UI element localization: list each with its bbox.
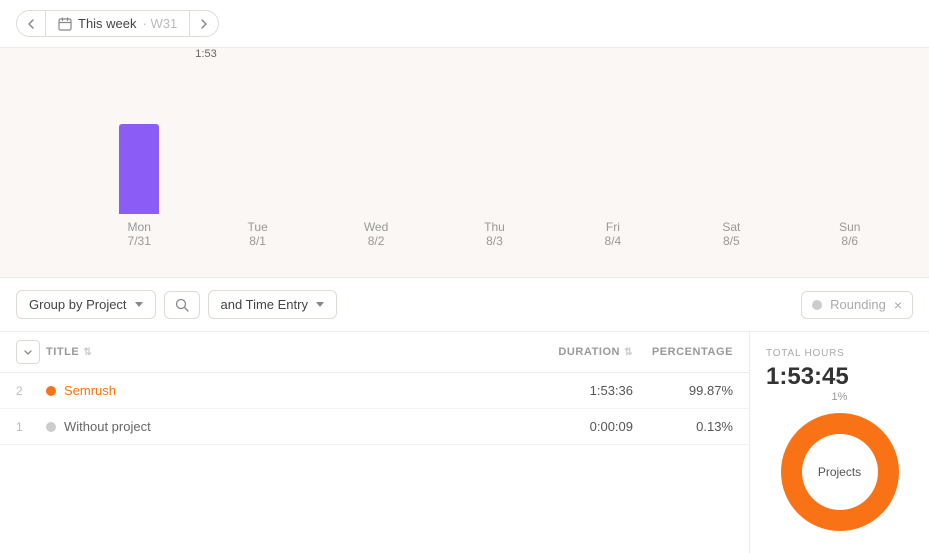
day-date-sat: 8/5	[723, 234, 740, 248]
chevron-down-icon-2	[316, 302, 324, 307]
day-date-tue: 8/1	[249, 234, 266, 248]
chart-section: 1:53 Mon7/31Tue8/1Wed8/2Thu8/3Fri8/4Sat8…	[0, 48, 929, 278]
day-name-mon: Mon	[128, 220, 151, 234]
project-dot-icon	[46, 386, 56, 396]
row-duration: 1:53:36	[513, 383, 633, 398]
row-num: 1	[16, 420, 46, 434]
day-name-sun: Sun	[839, 220, 860, 234]
donut-center-label: Projects	[818, 465, 861, 479]
duration-header-label: DURATION	[558, 346, 620, 358]
week-label: This week · W31	[45, 11, 190, 36]
donut-percent-label: 1%	[832, 391, 848, 403]
day-name-fri: Fri	[606, 220, 620, 234]
total-hours-label: TOTAL HOURS	[766, 348, 913, 359]
day-col-mon: Mon7/31	[80, 68, 198, 248]
percentage-header-label: PERCENTAGE	[652, 346, 733, 358]
project-dot-icon	[46, 422, 56, 432]
bar-value-label: 1:53	[176, 48, 236, 60]
donut-chart: 1% Projects	[775, 407, 905, 537]
day-col-fri: Fri8/4	[554, 68, 672, 248]
day-date-thu: 8/3	[486, 234, 503, 248]
rounding-area: Rounding ×	[801, 291, 913, 319]
row-percentage: 0.13%	[633, 419, 733, 434]
week-nav: This week · W31	[16, 10, 219, 37]
th-duration: DURATION ⇅	[513, 346, 633, 358]
total-hours-value: 1:53:45	[766, 363, 913, 391]
day-name-sat: Sat	[722, 220, 740, 234]
table-rows: 2 Semrush 1:53:3699.87% 1 Without project 0:0…	[0, 373, 749, 445]
day-col-tue: Tue8/1	[198, 68, 316, 248]
prev-week-button[interactable]	[17, 13, 45, 35]
project-name: Semrush	[64, 383, 116, 398]
th-expand	[16, 340, 46, 364]
main-content: TITLE ⇅ DURATION ⇅ PERCENTAGE 2 Semrush 1:…	[0, 332, 929, 553]
day-name-tue: Tue	[248, 220, 268, 234]
rounding-reset-button[interactable]: ×	[894, 297, 902, 313]
right-panel: TOTAL HOURS 1:53:45 1% Projects	[749, 332, 929, 553]
time-entry-filter[interactable]: and Time Entry	[208, 290, 337, 319]
day-date-sun: 8/6	[841, 234, 858, 248]
time-entry-label: and Time Entry	[221, 297, 308, 312]
row-title: Without project	[46, 419, 513, 434]
rounding-dot-icon	[812, 300, 822, 310]
next-week-button[interactable]	[190, 13, 218, 35]
collapse-icon	[23, 347, 33, 357]
row-duration: 0:00:09	[513, 419, 633, 434]
day-name-wed: Wed	[364, 220, 388, 234]
row-percentage: 99.87%	[633, 383, 733, 398]
title-header-label: TITLE	[46, 346, 79, 358]
search-icon	[175, 298, 189, 312]
day-date-wed: 8/2	[368, 234, 385, 248]
table-header: TITLE ⇅ DURATION ⇅ PERCENTAGE	[0, 332, 749, 373]
table-row[interactable]: 1 Without project 0:00:090.13%	[0, 409, 749, 445]
sort-icon[interactable]: ⇅	[83, 347, 92, 358]
search-button[interactable]	[164, 291, 200, 319]
week-num: · W31	[143, 16, 178, 31]
group-by-label: Group by Project	[29, 297, 127, 312]
th-title: TITLE ⇅	[46, 346, 513, 358]
filters-row: Group by Project and Time Entry Rounding…	[0, 278, 929, 332]
day-col-sat: Sat8/5	[672, 68, 790, 248]
bar-mon[interactable]	[119, 124, 159, 214]
th-percentage: PERCENTAGE	[633, 346, 733, 358]
rounding-label: Rounding	[830, 297, 886, 312]
top-bar: This week · W31	[0, 0, 929, 48]
row-title: Semrush	[46, 383, 513, 398]
day-col-thu: Thu8/3	[435, 68, 553, 248]
day-date-mon: 7/31	[128, 234, 151, 248]
day-date-fri: 8/4	[605, 234, 622, 248]
days-row: Mon7/31Tue8/1Wed8/2Thu8/3Fri8/4Sat8/5Sun…	[80, 68, 909, 248]
chart-inner: Mon7/31Tue8/1Wed8/2Thu8/3Fri8/4Sat8/5Sun…	[20, 68, 909, 248]
table-section: TITLE ⇅ DURATION ⇅ PERCENTAGE 2 Semrush 1:…	[0, 332, 749, 553]
day-col-wed: Wed8/2	[317, 68, 435, 248]
duration-sort-icon[interactable]: ⇅	[624, 347, 633, 358]
table-row[interactable]: 2 Semrush 1:53:3699.87%	[0, 373, 749, 409]
collapse-all-button[interactable]	[16, 340, 40, 364]
project-name: Without project	[64, 419, 151, 434]
row-num: 2	[16, 384, 46, 398]
chevron-down-icon	[135, 302, 143, 307]
calendar-icon	[58, 17, 72, 31]
day-col-sun: Sun8/6	[791, 68, 909, 248]
day-name-thu: Thu	[484, 220, 505, 234]
week-text: This week	[78, 16, 137, 31]
group-by-filter[interactable]: Group by Project	[16, 290, 156, 319]
